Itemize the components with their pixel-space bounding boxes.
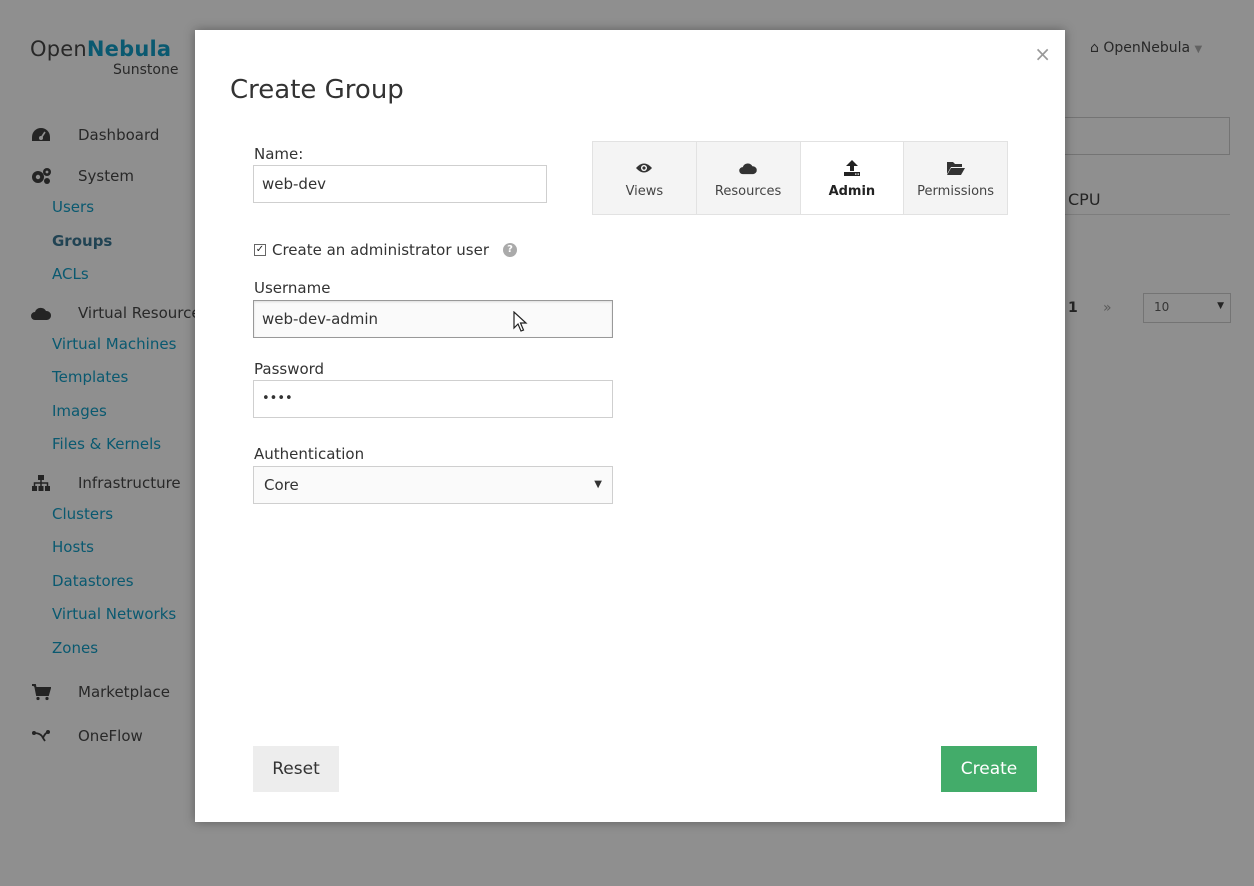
username-label: Username [254,279,331,297]
reset-button[interactable]: Reset [253,746,339,792]
close-button[interactable]: × [1034,42,1051,66]
mouse-cursor-icon [513,311,528,332]
tab-views[interactable]: Views [593,142,697,214]
tab-label: Permissions [917,183,995,199]
create-admin-checkbox-row[interactable]: ✓ Create an administrator user ? [254,241,518,259]
help-icon[interactable]: ? [503,243,518,257]
password-input[interactable]: •••• [253,380,613,418]
folder-open-icon [946,158,966,178]
authentication-label: Authentication [254,445,365,463]
create-group-dialog: × Create Group Name: web-dev Views Resou… [195,30,1065,822]
caret-down-icon: ▼ [594,479,602,490]
tab-admin[interactable]: Admin [800,142,905,214]
tab-label: Resources [714,183,782,199]
tab-permissions[interactable]: Permissions [904,142,1007,214]
password-label: Password [254,360,325,378]
create-button[interactable]: Create [941,746,1037,792]
group-options-tabs: Views Resources Admin Permissions [592,141,1008,215]
create-admin-label: Create an administrator user [272,241,490,259]
authentication-select[interactable]: Core ▼ [253,466,613,504]
username-input[interactable]: web-dev-admin [253,300,613,338]
dialog-title: Create Group [230,75,404,105]
name-input[interactable]: web-dev [253,165,547,203]
eye-icon [635,158,653,178]
upload-icon [843,158,861,178]
tab-resources[interactable]: Resources [696,142,801,214]
tab-label: Views [625,183,664,199]
cloud-icon [738,158,758,178]
tab-label: Admin [828,183,876,199]
name-label: Name: [254,145,304,163]
create-admin-checkbox[interactable]: ✓ [254,244,266,256]
